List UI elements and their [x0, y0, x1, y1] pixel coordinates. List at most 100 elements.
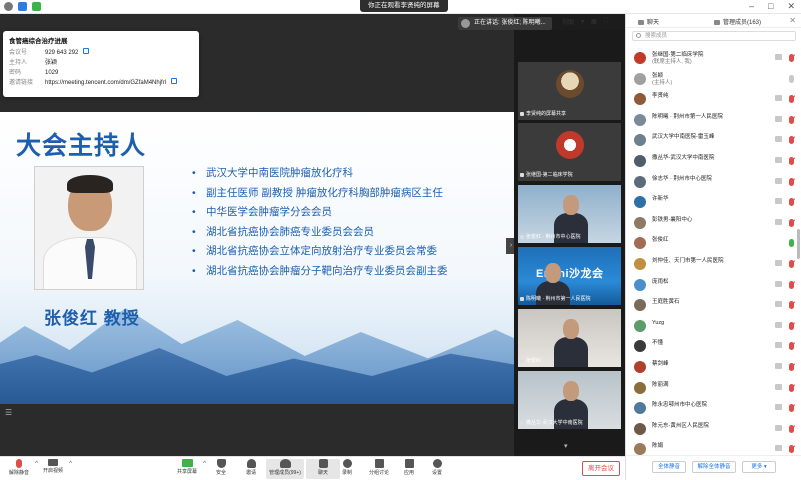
microphone-muted-icon[interactable] [789, 383, 794, 392]
microphone-muted-icon[interactable] [789, 198, 794, 207]
security-button[interactable]: 安全 [204, 459, 238, 479]
participant-row[interactable]: 徐志华 · 荆州市中心医院 [626, 172, 801, 193]
chevron-down-icon[interactable]: ▾ [581, 18, 584, 25]
participant-row[interactable]: 张继国-第二临床学院 (联席主持人, 我) [626, 48, 801, 69]
video-tile[interactable]: 张俊红 - 荆州市中心医院 [518, 185, 621, 243]
panel-footer: 全体静音 解除全体静音 更多 ▾ [626, 455, 801, 480]
leave-meeting-button[interactable]: 离开会议 [582, 461, 620, 476]
manage-members-button[interactable]: 管理成员(99+) [266, 459, 304, 479]
scrollbar[interactable] [797, 229, 800, 259]
video-tile[interactable]: 张继国-第二临床学院 [518, 123, 621, 181]
copy-icon[interactable] [171, 78, 178, 84]
panel-header: 聊天 管理成员(163) ✕ [626, 14, 801, 28]
meeting-toolbar: 解除静音 ^ 开启视频 ^ 共享屏幕 ^ 安全 邀请 管理成员(99+) 聊天 … [0, 456, 625, 480]
participant-row[interactable]: 庞雨松 [626, 275, 801, 296]
participant-row[interactable]: 许新华 [626, 192, 801, 213]
avatar [634, 175, 646, 188]
microphone-muted-icon[interactable] [789, 424, 794, 433]
participant-row[interactable]: 蔡剑峰 [626, 357, 801, 378]
credential-item: 湖北省抗癌协会肿瘤分子靶向治疗专业委员会副主委 [192, 262, 448, 282]
chevron-up-icon[interactable]: ^ [69, 461, 72, 467]
participant-row[interactable]: 李贤纯 [626, 89, 801, 110]
participant-row[interactable]: 陈明曦 · 荆州市第一人民医院 [626, 110, 801, 131]
avatar [634, 237, 646, 250]
video-tile[interactable]: 张俊红 [518, 309, 621, 367]
minimize-icon[interactable]: – [749, 1, 754, 12]
camera-icon [775, 198, 782, 205]
microphone-muted-icon[interactable] [789, 321, 794, 330]
settings-button[interactable]: 设置 [420, 459, 454, 479]
participant-row[interactable]: Yuzg [626, 316, 801, 337]
microphone-muted-icon[interactable] [789, 218, 794, 227]
microphone-muted-icon[interactable] [789, 95, 794, 104]
camera-icon [775, 424, 782, 431]
participant-row[interactable]: 陈丽满 [626, 378, 801, 399]
copy-icon[interactable] [83, 48, 90, 54]
breakout-rooms-icon [374, 459, 384, 468]
close-icon[interactable]: ✕ [789, 16, 796, 25]
chevron-down-icon[interactable]: ▾ [564, 442, 568, 450]
participant-row[interactable]: 武汉大学中南医院-雷玉峰 [626, 130, 801, 151]
search-icon [636, 33, 641, 38]
participants-panel: 聊天 管理成员(163) ✕ 搜索成员 张继国-第二临床学院 (联席主持人, 我)… [625, 14, 801, 480]
camera-icon [775, 156, 782, 163]
gallery-icon[interactable]: ▦ [591, 18, 597, 25]
camera-icon [775, 54, 782, 60]
participant-row[interactable]: 王庭胜黄石 [626, 295, 801, 316]
participant-row[interactable]: 撒丛华-武汉大学中南医院 [626, 151, 801, 172]
microphone-icon[interactable] [789, 74, 794, 83]
video-tile[interactable]: Endni沙龙会 陈明曦 · 荆州市第一人民医院 [518, 247, 621, 305]
video-tile[interactable]: 撒丛华-武汉大学中南医院 [518, 371, 621, 429]
microphone-muted-icon[interactable] [789, 342, 794, 351]
credential-item: 副主任医师 副教授 肿瘤放化疗科胸部肿瘤病区主任 [192, 184, 448, 204]
microphone-muted-icon[interactable] [789, 445, 794, 454]
close-icon[interactable]: ✕ [787, 1, 795, 12]
avatar [556, 131, 584, 159]
chat-icon [318, 459, 328, 468]
invite-button[interactable]: 邀请 [234, 459, 268, 479]
participant-row[interactable]: 不懂 [626, 336, 801, 357]
fullscreen-icon[interactable]: ⛶ [604, 18, 608, 25]
camera-icon [775, 177, 782, 184]
record-button[interactable]: 录制 [330, 459, 364, 479]
microphone-muted-icon[interactable] [789, 115, 794, 124]
microphone-muted-icon[interactable] [789, 259, 794, 268]
microphone-muted-icon[interactable] [789, 136, 794, 145]
microphone-muted-icon[interactable] [789, 362, 794, 371]
participant-row[interactable]: 刘仲佳、天门市第一人民医院 [626, 254, 801, 275]
info-icon[interactable] [4, 2, 13, 11]
camera-icon [775, 362, 782, 369]
participant-row[interactable]: 陈元东-黄州区人民医院 [626, 419, 801, 440]
microphone-muted-icon[interactable] [789, 156, 794, 165]
microphone-muted-icon[interactable] [789, 177, 794, 186]
microphone-muted-icon[interactable] [789, 301, 794, 310]
participant-row[interactable]: 陈永忠鄂州市中心医院 [626, 398, 801, 419]
avatar [634, 216, 646, 229]
video-tile[interactable]: 李贤纯的屏幕共享 [518, 62, 621, 120]
maximize-icon[interactable]: □ [768, 1, 773, 12]
shield-icon[interactable] [18, 2, 27, 11]
search-input[interactable]: 搜索成员 [632, 31, 796, 41]
microphone-muted-icon[interactable] [789, 54, 794, 62]
avatar [634, 93, 646, 106]
password-row: 密码 1029 [9, 70, 59, 76]
participant-row[interactable]: 张颖 (主持人) [626, 69, 801, 90]
start-video-button[interactable]: 开启视频 ^ [36, 459, 72, 479]
breakout-rooms-button[interactable]: 分组讨论 [362, 459, 396, 479]
tab-manage-members[interactable]: 管理成员(163) [714, 17, 761, 26]
microphone-icon[interactable] [789, 239, 794, 248]
share-screen-button[interactable]: 共享屏幕 ^ [170, 459, 206, 479]
unmute-all-button[interactable]: 解除全体静音 [692, 461, 736, 473]
more-button[interactable]: 更多 ▾ [742, 461, 776, 473]
participant-row[interactable]: 张俊红 [626, 233, 801, 254]
mute-all-button[interactable]: 全体静音 [652, 461, 686, 473]
view-button[interactable]: 视图 [562, 17, 574, 26]
list-icon[interactable]: ☰ [5, 408, 15, 417]
microphone-muted-icon[interactable] [789, 280, 794, 289]
unmute-button[interactable]: 解除静音 ^ [2, 459, 38, 479]
tab-chat[interactable]: 聊天 [638, 17, 659, 26]
microphone-muted-icon[interactable] [789, 404, 794, 413]
camera-icon [775, 95, 782, 102]
invite-link[interactable]: https://meeting.tencent.com/dm/GZfaM4Nhj… [45, 78, 166, 88]
participant-row[interactable]: 彭铁男-襄阳中心 [626, 213, 801, 234]
